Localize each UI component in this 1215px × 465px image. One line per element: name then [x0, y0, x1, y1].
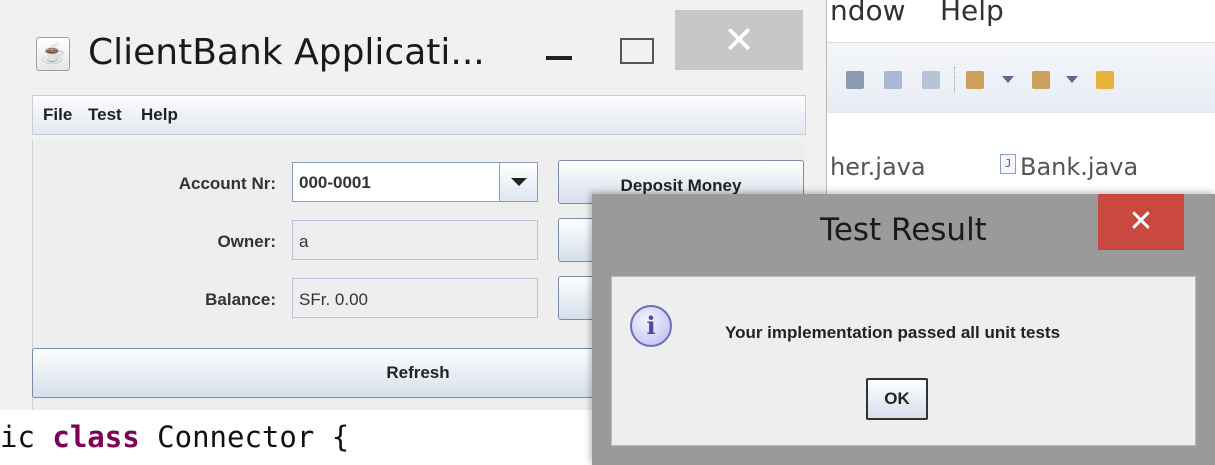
toolbar-icon[interactable] — [1032, 71, 1050, 89]
java-app-icon: ☕ — [36, 37, 70, 71]
ide-menu-window[interactable]: ndow — [830, 0, 906, 27]
close-icon[interactable]: ✕ — [1098, 194, 1184, 250]
ide-menu-help[interactable]: Help — [940, 0, 1004, 27]
balance-label: Balance: — [205, 290, 276, 309]
ok-button[interactable]: OK — [866, 378, 928, 420]
menu-test[interactable]: Test — [88, 105, 122, 125]
menu-bar: File Test Help — [32, 95, 806, 135]
tab-bank-java[interactable]: Bank.java — [1020, 153, 1138, 181]
balance-value: SFr. 0.00 — [299, 290, 368, 309]
code-line: ic class Connector { — [0, 420, 349, 454]
chevron-down-icon[interactable] — [1002, 76, 1014, 83]
toolbar-separator — [954, 67, 955, 93]
toolbar-icon[interactable] — [922, 71, 940, 89]
menu-help[interactable]: Help — [141, 105, 178, 125]
balance-field[interactable]: SFr. 0.00 — [292, 278, 538, 318]
title-bar[interactable]: ☕ ClientBank Applicati... ✕ — [0, 10, 826, 90]
dialog-body: i Your implementation passed all unit te… — [611, 276, 1196, 446]
menu-file[interactable]: File — [43, 105, 72, 125]
dropdown-arrow-icon[interactable] — [499, 163, 537, 201]
ide-editor-tabs: her.java J Bank.java — [826, 112, 1215, 193]
test-result-dialog: Test Result ✕ i Your implementation pass… — [592, 194, 1215, 465]
code-keyword: class — [52, 420, 140, 454]
toolbar-icon[interactable] — [846, 71, 864, 89]
owner-field[interactable]: a — [292, 220, 538, 260]
minimize-icon[interactable] — [546, 56, 572, 60]
back-arrow-icon[interactable] — [1096, 71, 1114, 89]
toolbar-icon[interactable] — [966, 71, 984, 89]
chevron-down-icon[interactable] — [1066, 76, 1078, 83]
owner-label: Owner: — [217, 232, 276, 251]
window-title: ClientBank Applicati... — [88, 32, 485, 73]
java-file-icon: J — [1000, 154, 1016, 174]
account-select[interactable]: 000-0001 — [292, 162, 538, 202]
info-icon: i — [630, 305, 672, 347]
code-text: Connector { — [139, 420, 350, 454]
ide-menubar: ndow Help — [826, 0, 1215, 36]
code-text: ic — [0, 420, 53, 454]
ide-toolbar — [826, 42, 1215, 113]
owner-value: a — [299, 232, 309, 251]
toolbar-icon[interactable] — [884, 71, 902, 89]
close-icon[interactable]: ✕ — [675, 10, 803, 70]
account-value: 000-0001 — [299, 173, 371, 192]
maximize-icon[interactable] — [620, 38, 654, 64]
dialog-message: Your implementation passed all unit test… — [725, 323, 1061, 342]
tab-her-java[interactable]: her.java — [830, 153, 926, 181]
account-label: Account Nr: — [178, 174, 276, 193]
